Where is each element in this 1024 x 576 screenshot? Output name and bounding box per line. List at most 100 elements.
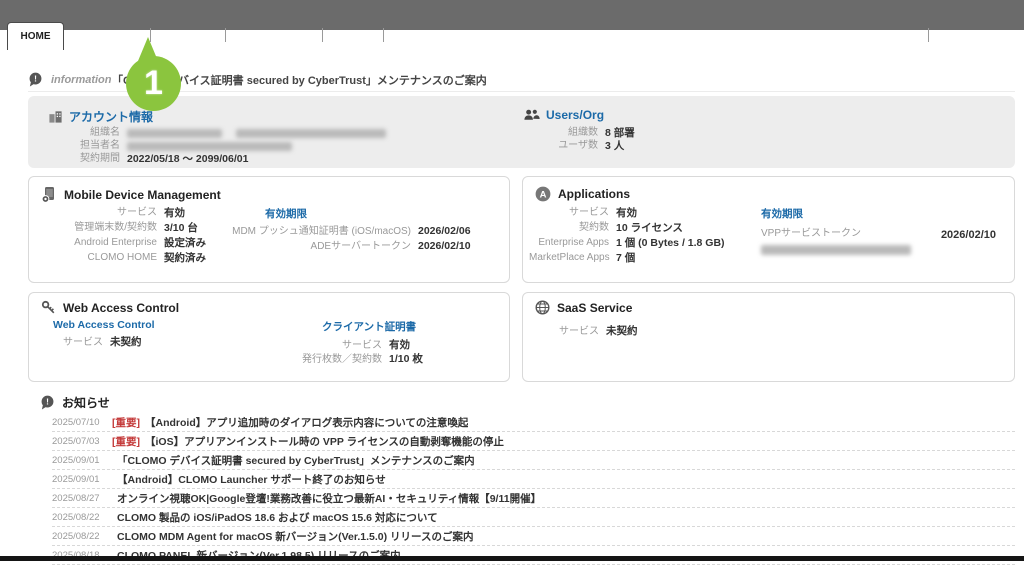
field-label: ADEサーバートークン — [225, 240, 411, 254]
news-row: 2025/07/10 [重要] 【Android】アプリ追加時のダイアログ表示内… — [52, 413, 1015, 432]
field-label: 組織数 — [500, 127, 598, 139]
user-count-value: 3 人 — [605, 140, 624, 152]
field-label: サービス — [541, 325, 599, 338]
client-cert-service-value: 有効 — [389, 339, 410, 352]
news-link[interactable]: オンライン視聴OK|Google登壇!業務改善に役立つ最新AI・セキュリティ情報… — [117, 491, 541, 506]
field-label: CLOMO HOME — [35, 251, 157, 265]
client-cert-link[interactable]: クライアント証明書 — [322, 319, 423, 334]
apps-license-value: 10 ライセンス — [616, 221, 683, 235]
mdm-device-count-value: 3/10 台 — [164, 221, 198, 235]
appstore-icon: A — [535, 186, 551, 202]
mdm-card-title: Mobile Device Management — [64, 188, 221, 202]
mdm-expiry-link[interactable]: 有効期限 — [265, 206, 471, 221]
field-label: サービス — [53, 336, 103, 349]
news-row: 2025/09/01 「CLOMO デバイス証明書 secured by Cyb… — [52, 451, 1015, 470]
mdm-android-enterprise-value: 設定済み — [164, 236, 206, 250]
tab-devices[interactable]: Devices — [151, 30, 225, 41]
field-label: Android Enterprise — [35, 236, 157, 250]
saas-card-header: SaaS Service — [535, 300, 632, 315]
field-label: サービス — [271, 339, 382, 352]
globe-icon — [535, 300, 550, 315]
important-tag: [重要] — [112, 415, 140, 430]
applications-status-rows: サービス 有効 契約数 10 ライセンス Enterprise Apps 1 個… — [529, 206, 725, 266]
mdm-service-value: 有効 — [164, 206, 185, 220]
applications-card-header: A Applications — [535, 186, 630, 202]
tab-applications[interactable]: Applications — [226, 30, 322, 41]
news-link[interactable]: 【iOS】アプリアンインストール時の VPP ライセンスの自動剥奪機能の停止 — [145, 434, 504, 449]
window-bottom-edge — [0, 556, 1024, 561]
news-row: 2025/08/22 CLOMO MDM Agent for macOS 新バー… — [52, 527, 1015, 546]
users-org-rows: 組織数 8 部署 ユーザ数 3 人 — [500, 127, 635, 153]
mdm-push-cert-date: 2026/02/06 — [418, 225, 471, 239]
info-bubble-icon: ! — [40, 395, 55, 410]
web-access-control-card: Web Access Control Web Access Control サー… — [28, 292, 510, 382]
apps-expiry-link[interactable]: 有効期限 — [761, 206, 911, 221]
mdm-expiry-block: 有効期限 MDM プッシュ通知証明書 (iOS/macOS) 2026/02/0… — [225, 206, 471, 254]
key-icon — [41, 300, 56, 315]
applications-card: A Applications サービス 有効 契約数 10 ライセンス Ente… — [522, 176, 1015, 283]
news-date: 2025/09/01 — [52, 474, 105, 485]
client-cert-count-value: 1/10 枚 — [389, 353, 423, 366]
step-badge: 1 — [126, 56, 181, 111]
users-org-section-title: Users/Org — [546, 108, 604, 122]
mdm-ade-token-date: 2026/02/10 — [418, 240, 471, 254]
news-link[interactable]: 【Android】CLOMO Launcher サポート終了のお知らせ — [117, 472, 386, 487]
news-row: 2025/07/03 [重要] 【iOS】アプリアンインストール時の VPP ラ… — [52, 432, 1015, 451]
apps-enterprise-value: 1 個 (0 Bytes / 1.8 GB) — [616, 236, 725, 250]
account-panel: アカウント情報 組織名 担当者名 契約期間 2022/05/18 ～ 2099/… — [28, 96, 1015, 168]
tab-reports[interactable]: Reports — [384, 30, 458, 41]
contract-period-value: 2022/05/18 ～ 2099/06/01 — [127, 153, 248, 165]
users-org-section-header: Users/Org — [523, 108, 604, 122]
field-label: 管理端末数/契約数 — [35, 221, 157, 235]
news-date: 2025/08/27 — [52, 493, 105, 504]
redacted-value — [236, 129, 386, 138]
field-label: 組織名 — [42, 127, 120, 139]
vpp-token-date: 2026/02/10 — [941, 229, 996, 241]
field-label: サービス — [35, 206, 157, 220]
wac-link[interactable]: Web Access Control — [53, 319, 155, 331]
mdm-card-header: Mobile Device Management — [41, 186, 221, 203]
news-row: 2025/08/27 オンライン視聴OK|Google登壇!業務改善に役立つ最新… — [52, 489, 1015, 508]
news-link[interactable]: 【Android】アプリ追加時のダイアログ表示内容についての注意喚起 — [145, 415, 468, 430]
news-date: 2025/08/22 — [52, 512, 105, 523]
account-section-title: アカウント情報 — [69, 108, 153, 125]
svg-text:!: ! — [46, 396, 49, 406]
field-label: 担当者名 — [42, 140, 120, 152]
mdm-clomo-home-value: 契約済み — [164, 251, 206, 265]
info-bubble-icon: ! — [28, 72, 43, 87]
mobile-device-icon — [41, 186, 57, 203]
support-button[interactable]: Support — [863, 30, 913, 41]
account-section-header: アカウント情報 — [48, 108, 153, 125]
wac-service-value: 未契約 — [110, 336, 142, 349]
org-count-value: 8 部署 — [605, 127, 635, 139]
svg-text:A: A — [540, 189, 547, 200]
settings-button[interactable]: Settings — [943, 29, 1012, 42]
building-icon — [48, 109, 63, 124]
information-label: information — [51, 74, 112, 86]
saas-service-value: 未契約 — [606, 325, 638, 338]
apps-marketplace-value: 7 個 — [616, 251, 635, 265]
news-row: 2025/08/22 CLOMO 製品の iOS/iPadOS 18.6 および… — [52, 508, 1015, 527]
tab-jobs[interactable]: Jobs — [323, 30, 382, 41]
gear-icon — [949, 29, 962, 42]
news-link[interactable]: CLOMO 製品の iOS/iPadOS 18.6 および macOS 15.6… — [117, 510, 438, 525]
important-tag: [重要] — [112, 434, 140, 449]
tab-home[interactable]: HOME — [7, 22, 64, 50]
wac-card-title: Web Access Control — [63, 301, 179, 315]
news-list: 2025/07/10 [重要] 【Android】アプリ追加時のダイアログ表示内… — [52, 413, 1015, 565]
news-link[interactable]: CLOMO MDM Agent for macOS 新バージョン(Ver.1.5… — [117, 529, 474, 544]
news-row: 2025/09/01 【Android】CLOMO Launcher サポート終… — [52, 470, 1015, 489]
nav-tabs: Users/Org Devices Applications Jobs Repo… — [66, 20, 457, 50]
mdm-card: Mobile Device Management サービス 有効 管理端末数/契… — [28, 176, 510, 283]
news-date: 2025/07/03 — [52, 436, 105, 447]
wac-right-block: クライアント証明書 サービス 有効 発行枚数／契約数 1/10 枚 — [271, 319, 423, 367]
news-date: 2025/09/01 — [52, 455, 105, 466]
field-label: 契約数 — [529, 221, 609, 235]
mdm-status-rows: サービス 有効 管理端末数/契約数 3/10 台 Android Enterpr… — [35, 206, 206, 266]
news-link[interactable]: 「CLOMO デバイス証明書 secured by CyberTrust」メンテ… — [117, 453, 475, 468]
wac-card-header: Web Access Control — [41, 300, 179, 315]
apps-service-value: 有効 — [616, 206, 637, 220]
wac-left-block: Web Access Control サービス 未契約 — [53, 319, 155, 350]
news-date: 2025/08/22 — [52, 531, 105, 542]
field-label: サービス — [529, 206, 609, 220]
